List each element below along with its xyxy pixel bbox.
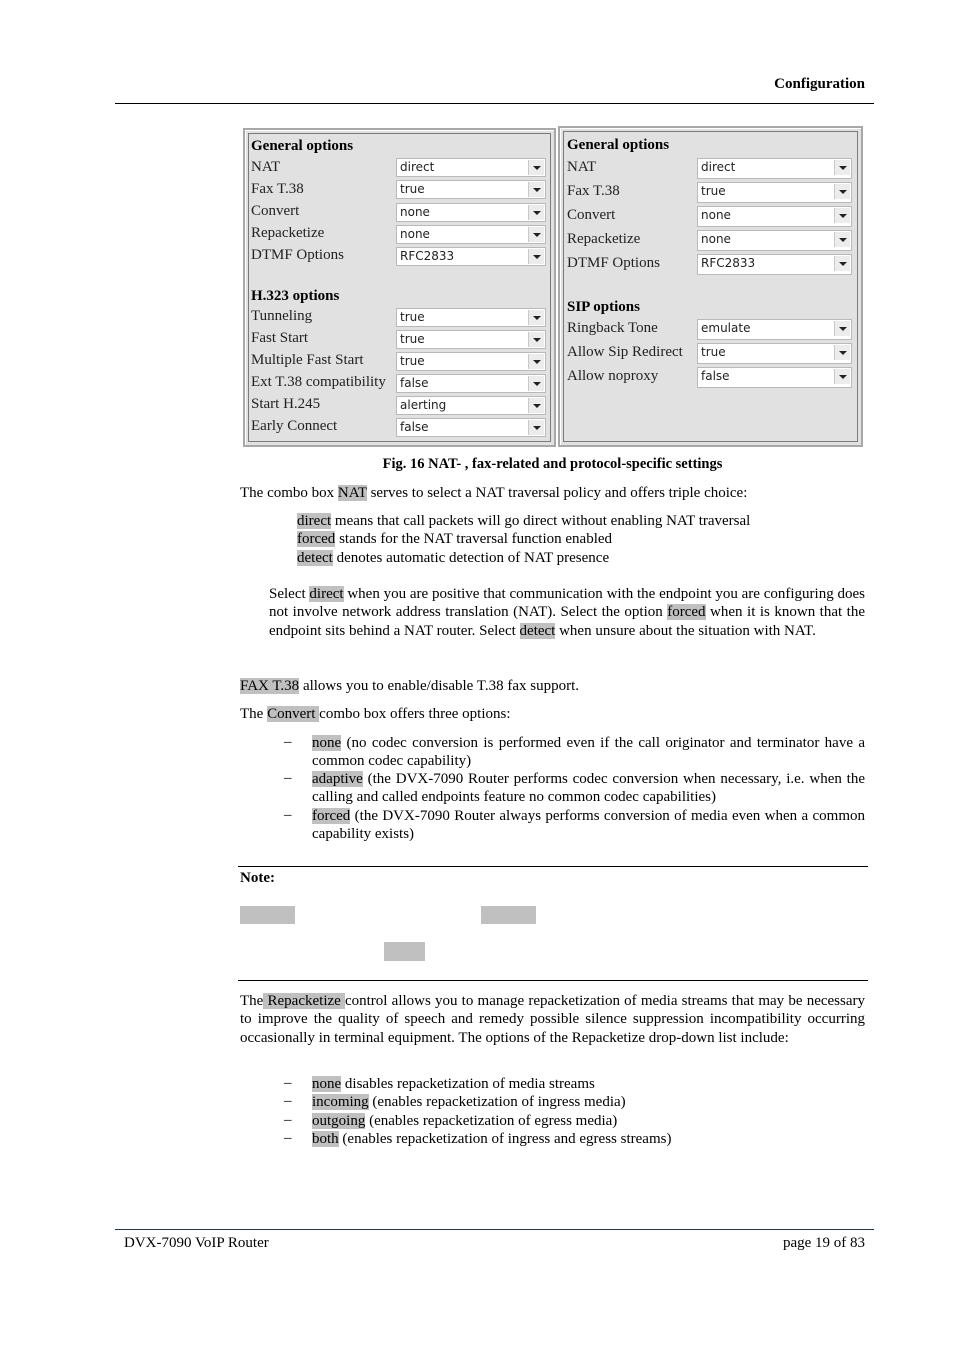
highlight-term: NAT — [337, 485, 367, 501]
allow-sip-redirect-select[interactable]: true — [697, 343, 852, 364]
ext-t38-select[interactable]: false — [396, 374, 546, 393]
convert-label: Convert — [567, 207, 616, 223]
section-title: Configuration — [774, 76, 865, 92]
nat-select-paragraph: Select direct when you are positive that… — [269, 586, 865, 639]
list-dash: – — [284, 807, 292, 823]
chevron-down-icon[interactable] — [528, 332, 544, 347]
fax-t38-select[interactable]: true — [396, 180, 546, 199]
header-rule — [115, 103, 874, 104]
list-item: detect denotes automatic detection of NA… — [297, 549, 610, 566]
chevron-down-icon[interactable] — [834, 321, 850, 336]
nat-select[interactable]: direct — [396, 158, 546, 177]
figure-caption: Fig. 16 NAT- , fax-related and protocol-… — [382, 456, 723, 472]
chevron-down-icon[interactable] — [528, 398, 544, 413]
page-number: page 19 of 83 — [782, 1235, 865, 1251]
note-top-rule — [238, 866, 868, 867]
list-item: forced stands for the NAT traversal func… — [297, 531, 613, 548]
chevron-down-icon[interactable] — [528, 227, 544, 242]
allow-sip-redirect-label: Allow Sip Redirect — [567, 344, 683, 360]
fast-start-label: Fast Start — [251, 330, 309, 346]
list-item: adaptive (the DVX-7090 Router performs c… — [312, 771, 865, 806]
chevron-down-icon[interactable] — [834, 232, 850, 247]
repacketize-paragraph: The Repacketize control allows you to ma… — [240, 993, 865, 1046]
tunneling-label: Tunneling — [251, 308, 313, 324]
chevron-down-icon[interactable] — [528, 354, 544, 369]
nat-select[interactable]: direct — [697, 158, 852, 179]
footer-product: DVX-7090 VoIP Router — [124, 1235, 269, 1251]
list-item: outgoing (enables repacketization of egr… — [312, 1113, 618, 1129]
fast-start-select[interactable]: true — [396, 330, 546, 349]
list-item: none (no codec conversion is performed e… — [312, 735, 865, 770]
chevron-down-icon[interactable] — [528, 160, 544, 175]
convert-select[interactable]: none — [396, 203, 546, 222]
repacketize-select[interactable]: none — [697, 230, 852, 251]
repacketize-select[interactable]: none — [396, 225, 546, 244]
chevron-down-icon[interactable] — [834, 256, 850, 271]
convert-intro-paragraph: The Convert combo box offers three optio… — [240, 706, 511, 722]
fax-t38-label: Fax T.38 — [251, 181, 304, 197]
convert-label: Convert — [251, 203, 300, 219]
tunneling-select[interactable]: true — [396, 308, 546, 327]
nat-label: NAT — [251, 159, 281, 175]
allow-noproxy-label: Allow noproxy — [567, 368, 659, 384]
note-label: Note: — [240, 870, 275, 886]
repacketize-label: Repacketize — [567, 231, 641, 247]
dtmf-options-select[interactable]: RFC2833 — [396, 247, 546, 266]
fax-paragraph: FAX T.38 allows you to enable/disable T.… — [240, 678, 579, 694]
chevron-down-icon[interactable] — [528, 205, 544, 220]
chevron-down-icon[interactable] — [528, 249, 544, 264]
list-dash: – — [284, 1112, 292, 1128]
list-dash: – — [284, 770, 292, 786]
convert-select[interactable]: none — [697, 206, 852, 227]
h323-options-title: H.323 options — [251, 288, 340, 304]
chevron-down-icon[interactable] — [528, 182, 544, 197]
nat-intro-paragraph: The combo box NAT serves to select a NAT… — [240, 485, 748, 501]
general-options-title: General options — [567, 137, 670, 153]
fax-t38-label: Fax T.38 — [567, 183, 620, 199]
list-dash: – — [284, 1093, 292, 1109]
start-h245-select[interactable]: alerting — [396, 396, 546, 415]
list-dash: – — [284, 1075, 292, 1091]
chevron-down-icon[interactable] — [528, 420, 544, 435]
nat-option-list: direct means that call packets will go d… — [297, 512, 867, 567]
list-item: incoming (enables repacketization of ing… — [312, 1094, 626, 1110]
list-dash: – — [284, 734, 292, 750]
early-connect-label: Early Connect — [251, 418, 338, 434]
redacted-highlight — [240, 906, 295, 924]
multiple-fast-start-label: Multiple Fast Start — [251, 352, 364, 368]
ext-t38-label: Ext T.38 compatibility — [251, 374, 386, 390]
multiple-fast-start-select[interactable]: true — [396, 352, 546, 371]
early-connect-select[interactable]: false — [396, 418, 546, 437]
chevron-down-icon[interactable] — [528, 376, 544, 391]
note-bottom-rule — [238, 980, 868, 981]
list-item: direct means that call packets will go d… — [297, 513, 751, 529]
allow-noproxy-select[interactable]: false — [697, 367, 852, 388]
list-item: none disables repacketization of media s… — [312, 1076, 595, 1092]
nat-label: NAT — [567, 159, 597, 175]
redacted-highlight — [384, 942, 425, 961]
general-options-title: General options — [251, 138, 354, 154]
sip-settings-panel: General options NAT direct Fax T.38 true… — [558, 126, 863, 447]
dtmf-options-select[interactable]: RFC2833 — [697, 254, 852, 275]
dtmf-options-label: DTMF Options — [567, 255, 660, 271]
list-dash: – — [284, 1130, 292, 1146]
list-item: both (enables repacketization of ingress… — [312, 1131, 672, 1147]
ringback-tone-select[interactable]: emulate — [697, 319, 852, 340]
chevron-down-icon[interactable] — [528, 310, 544, 325]
chevron-down-icon[interactable] — [834, 369, 850, 384]
footer-rule — [115, 1229, 874, 1230]
h323-settings-panel: General options NAT direct Fax T.38 true… — [243, 128, 556, 447]
chevron-down-icon[interactable] — [834, 184, 850, 199]
list-item: forced (the DVX-7090 Router always perfo… — [312, 808, 865, 843]
start-h245-label: Start H.245 — [251, 396, 321, 412]
chevron-down-icon[interactable] — [834, 160, 850, 175]
dtmf-options-label: DTMF Options — [251, 247, 344, 263]
fax-t38-select[interactable]: true — [697, 182, 852, 203]
sip-options-title: SIP options — [567, 299, 640, 315]
chevron-down-icon[interactable] — [834, 345, 850, 360]
ringback-tone-label: Ringback Tone — [567, 320, 658, 336]
chevron-down-icon[interactable] — [834, 208, 850, 223]
redacted-highlight — [481, 906, 536, 924]
repacketize-label: Repacketize — [251, 225, 325, 241]
